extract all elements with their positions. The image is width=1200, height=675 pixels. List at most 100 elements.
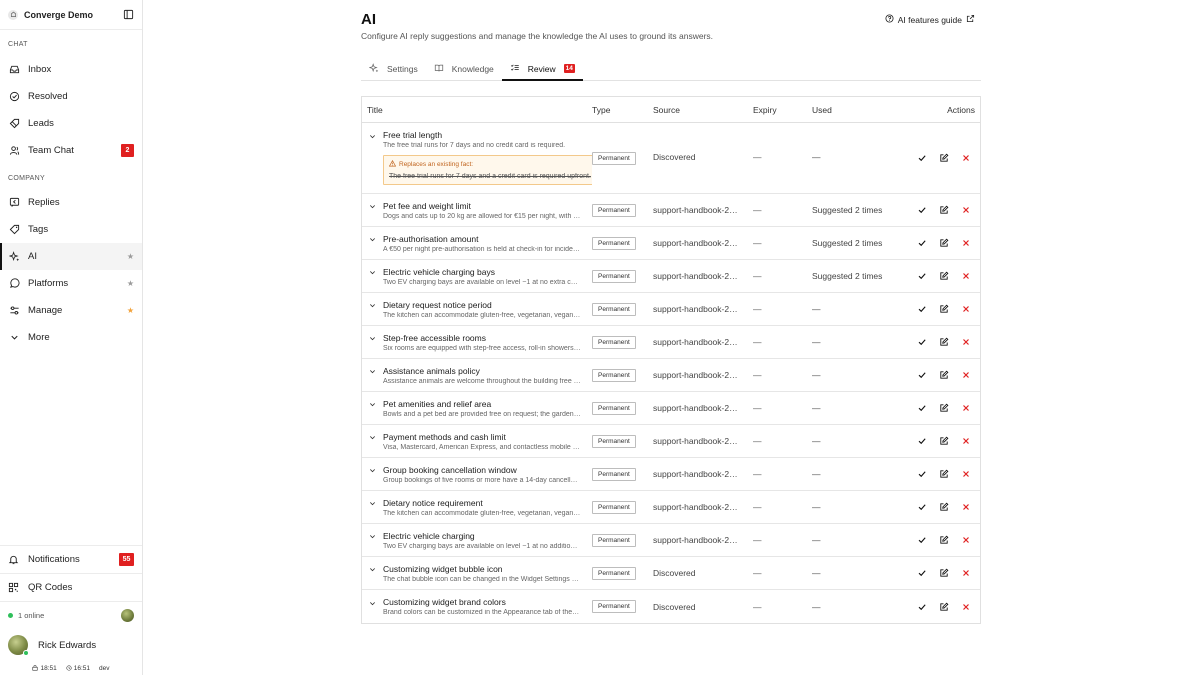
reject-x-icon[interactable]	[960, 501, 972, 513]
edit-icon[interactable]	[938, 534, 950, 546]
chevron-down-icon[interactable]	[367, 400, 377, 410]
notifications-badge: 55	[119, 553, 134, 566]
table-row[interactable]: Group booking cancellation window Group b…	[362, 458, 980, 491]
cell-actions	[912, 303, 980, 315]
approve-check-icon[interactable]	[916, 270, 928, 282]
chevron-down-icon[interactable]	[367, 235, 377, 245]
sidebar-item-ai[interactable]: AI ★	[0, 243, 142, 270]
sidebar-item-more[interactable]: More	[0, 324, 142, 351]
sidebar-item-notifications[interactable]: Notifications 55	[0, 545, 142, 573]
reject-x-icon[interactable]	[960, 567, 972, 579]
reject-x-icon[interactable]	[960, 336, 972, 348]
approve-check-icon[interactable]	[916, 204, 928, 216]
approve-check-icon[interactable]	[916, 468, 928, 480]
chevron-down-icon[interactable]	[367, 598, 377, 608]
edit-icon[interactable]	[938, 468, 950, 480]
table-row[interactable]: Pre-authorisation amount A €50 per night …	[362, 227, 980, 260]
tab-review[interactable]: Review 14	[501, 58, 583, 81]
workspace-header[interactable]: Converge Demo	[0, 0, 142, 30]
table-row[interactable]: Dietary request notice period The kitchen…	[362, 293, 980, 326]
current-user[interactable]: Rick Edwards	[0, 629, 142, 661]
edit-icon[interactable]	[938, 435, 950, 447]
table-row[interactable]: Customizing widget bubble icon The chat b…	[362, 557, 980, 590]
sidebar-item-inbox[interactable]: Inbox	[0, 56, 142, 83]
approve-check-icon[interactable]	[916, 303, 928, 315]
table-row[interactable]: Payment methods and cash limit Visa, Mast…	[362, 425, 980, 458]
reject-x-icon[interactable]	[960, 534, 972, 546]
cell-expiry: —	[753, 337, 762, 347]
sidebar-item-platforms[interactable]: Platforms ★	[0, 270, 142, 297]
tab-knowledge[interactable]: Knowledge	[426, 58, 502, 80]
sidebar-toggle-icon[interactable]	[122, 9, 134, 21]
reject-x-icon[interactable]	[960, 270, 972, 282]
table-row[interactable]: Pet amenities and relief area Bowls and a…	[362, 392, 980, 425]
approve-check-icon[interactable]	[916, 369, 928, 381]
chevron-down-icon[interactable]	[367, 202, 377, 212]
sidebar-item-resolved[interactable]: Resolved	[0, 83, 142, 110]
ai-features-guide-link[interactable]: AI features guide	[885, 14, 975, 25]
chevron-down-icon[interactable]	[367, 334, 377, 344]
table-row[interactable]: Dietary notice requirement The kitchen ca…	[362, 491, 980, 524]
approve-check-icon[interactable]	[916, 435, 928, 447]
sidebar-item-replies[interactable]: Replies	[0, 189, 142, 216]
cell-title: Group booking cancellation window Group b…	[362, 465, 592, 484]
chevron-down-icon[interactable]	[367, 268, 377, 278]
sidebar-item-team-chat[interactable]: Team Chat 2	[0, 137, 142, 164]
chevron-down-icon[interactable]	[367, 301, 377, 311]
reject-x-icon[interactable]	[960, 204, 972, 216]
qr-code-icon	[8, 582, 20, 594]
table-row[interactable]: Electric vehicle charging Two EV charging…	[362, 524, 980, 557]
sidebar-item-leads[interactable]: Leads	[0, 110, 142, 137]
cell-actions	[912, 435, 980, 447]
cell-type: Permanent	[592, 600, 653, 613]
table-row[interactable]: Assistance animals policy Assistance anim…	[362, 359, 980, 392]
reject-x-icon[interactable]	[960, 468, 972, 480]
chevron-down-icon[interactable]	[367, 131, 377, 141]
sidebar-item-tags[interactable]: Tags	[0, 216, 142, 243]
tab-settings[interactable]: Settings	[361, 58, 426, 80]
review-table: Title Type Source Expiry Used Actions Fr…	[361, 96, 981, 624]
edit-icon[interactable]	[938, 601, 950, 613]
reject-x-icon[interactable]	[960, 237, 972, 249]
edit-icon[interactable]	[938, 204, 950, 216]
sidebar-item-manage[interactable]: Manage ★	[0, 297, 142, 324]
edit-icon[interactable]	[938, 237, 950, 249]
chevron-down-icon[interactable]	[367, 565, 377, 575]
table-row[interactable]: Step-free accessible rooms Six rooms are …	[362, 326, 980, 359]
approve-check-icon[interactable]	[916, 152, 928, 164]
reject-x-icon[interactable]	[960, 601, 972, 613]
approve-check-icon[interactable]	[916, 534, 928, 546]
table-row[interactable]: Electric vehicle charging bays Two EV cha…	[362, 260, 980, 293]
edit-icon[interactable]	[938, 402, 950, 414]
table-row[interactable]: Customizing widget brand colors Brand col…	[362, 590, 980, 623]
chevron-down-icon[interactable]	[367, 433, 377, 443]
edit-icon[interactable]	[938, 152, 950, 164]
approve-check-icon[interactable]	[916, 601, 928, 613]
edit-icon[interactable]	[938, 336, 950, 348]
reject-x-icon[interactable]	[960, 402, 972, 414]
reject-x-icon[interactable]	[960, 435, 972, 447]
approve-check-icon[interactable]	[916, 501, 928, 513]
edit-icon[interactable]	[938, 303, 950, 315]
sidebar-item-qr-codes[interactable]: QR Codes	[0, 573, 142, 601]
fact-description: Dogs and cats up to 20 kg are allowed fo…	[383, 212, 581, 220]
reject-x-icon[interactable]	[960, 369, 972, 381]
table-row[interactable]: Pet fee and weight limit Dogs and cats up…	[362, 194, 980, 227]
edit-icon[interactable]	[938, 270, 950, 282]
online-user-avatar[interactable]	[121, 609, 134, 622]
chevron-down-icon[interactable]	[367, 532, 377, 542]
chevron-down-icon[interactable]	[367, 367, 377, 377]
chevron-down-icon[interactable]	[367, 499, 377, 509]
chevron-down-icon[interactable]	[367, 466, 377, 476]
reject-x-icon[interactable]	[960, 152, 972, 164]
edit-icon[interactable]	[938, 567, 950, 579]
edit-icon[interactable]	[938, 369, 950, 381]
table-header: Title Type Source Expiry Used Actions	[362, 97, 980, 123]
approve-check-icon[interactable]	[916, 237, 928, 249]
approve-check-icon[interactable]	[916, 567, 928, 579]
table-row[interactable]: Free trial length The free trial runs for…	[362, 123, 980, 194]
approve-check-icon[interactable]	[916, 402, 928, 414]
reject-x-icon[interactable]	[960, 303, 972, 315]
edit-icon[interactable]	[938, 501, 950, 513]
approve-check-icon[interactable]	[916, 336, 928, 348]
